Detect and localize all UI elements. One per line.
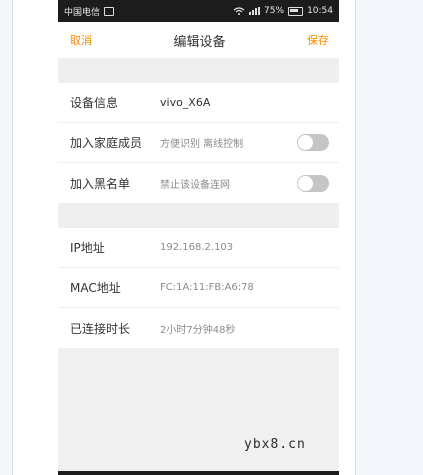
battery-percent: 75%: [264, 6, 285, 16]
ip-label: IP地址: [70, 241, 105, 255]
battery-icon: [288, 6, 304, 16]
section-gap: [58, 203, 339, 228]
device-info-value: vivo_X6A: [160, 96, 211, 109]
left-side-panel: [12, 0, 59, 475]
watermark: ybx8.cn: [244, 437, 306, 452]
empty-area: [58, 348, 339, 475]
blacklist-label: 加入黑名单: [70, 176, 131, 191]
cancel-button[interactable]: 取消: [70, 32, 92, 48]
duration-label: 已连接时长: [70, 321, 131, 336]
blacklist-row: 加入黑名单 禁止该设备连网: [58, 163, 339, 203]
page-title: 编辑设备: [173, 34, 226, 50]
network-section: IP地址 192.168.2.103 MAC地址 FC:1A:11:FB:A6:…: [58, 228, 339, 348]
nav-bar: 取消 编辑设备 保存: [58, 22, 339, 58]
toggle-knob: [298, 135, 313, 150]
family-member-label: 加入家庭成员: [70, 136, 143, 150]
duration-row: 已连接时长 2小时7分钟48秒: [58, 308, 339, 348]
wifi-icon: [233, 7, 245, 15]
bottom-bar: [58, 471, 339, 475]
carrier-text: 中国电信: [64, 7, 101, 18]
device-section: 设备信息 vivo_X6A 加入家庭成员 方便识别 离线控制 加入黑名单 禁止该…: [58, 83, 339, 203]
blacklist-hint: 禁止该设备连网: [160, 179, 230, 191]
family-member-row: 加入家庭成员 方便识别 离线控制: [58, 123, 339, 163]
notification-icon: [104, 6, 115, 16]
phone-screen: 中国电信 75% 10:54 取消 编辑设备 保存 设备信息 vivo_X6A: [58, 0, 339, 475]
device-info-row[interactable]: 设备信息 vivo_X6A: [58, 83, 339, 123]
device-info-label: 设备信息: [70, 96, 119, 110]
status-bar: 中国电信 75% 10:54: [58, 0, 339, 22]
mac-value: FC:1A:11:FB:A6:78: [160, 282, 254, 293]
blacklist-toggle[interactable]: [297, 174, 329, 192]
mac-label: MAC地址: [70, 281, 121, 295]
signal-icon: [249, 7, 261, 15]
section-gap: [58, 58, 339, 83]
mac-row: MAC地址 FC:1A:11:FB:A6:78: [58, 268, 339, 308]
family-member-toggle[interactable]: [297, 134, 329, 151]
ip-value: 192.168.2.103: [160, 242, 234, 253]
save-button[interactable]: 保存: [307, 32, 329, 48]
family-member-hint: 方便识别 离线控制: [160, 139, 244, 150]
toggle-knob: [298, 175, 313, 191]
right-side-panel: [339, 0, 356, 475]
duration-value: 2小时7分钟48秒: [160, 324, 236, 336]
ip-row: IP地址 192.168.2.103: [58, 228, 339, 268]
clock: 10:54: [307, 6, 333, 16]
